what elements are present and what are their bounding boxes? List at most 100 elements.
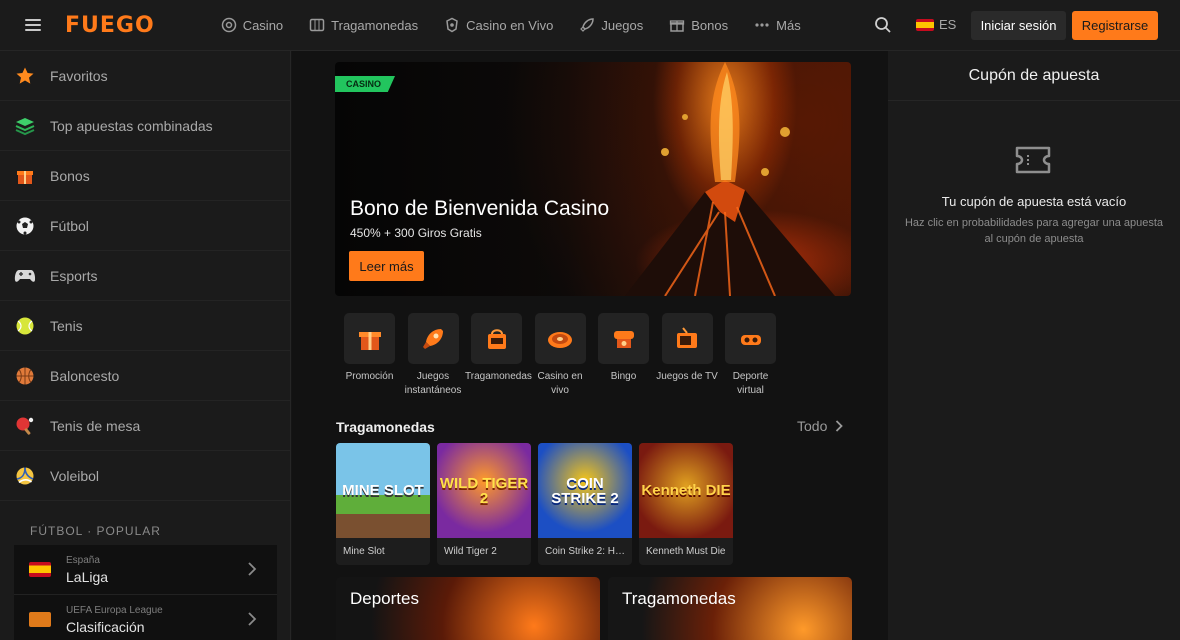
league-name: Clasificación: [66, 618, 145, 635]
category-label: Juegos de TV: [656, 371, 718, 382]
menu-icon[interactable]: [25, 19, 41, 31]
category-label: Casino en vivo: [537, 371, 583, 396]
promo-title: Tragamonedas: [622, 589, 736, 608]
category-bingo[interactable]: Bingo: [592, 313, 655, 398]
category-row: Promoción Juegos instantáneos Tragamoned…: [338, 313, 783, 398]
category-label: Tragamonedas: [465, 371, 532, 382]
volcano-illustration: [625, 62, 835, 296]
game-thumbnail-title: WILD TIGER 2: [439, 474, 529, 507]
sidebar-item-baloncesto[interactable]: Baloncesto: [0, 351, 290, 401]
sidebar-item-voleibol[interactable]: Voleibol: [0, 451, 290, 501]
promo-card-tragamonedas[interactable]: Tragamonedas: [608, 577, 852, 640]
league-europa-league[interactable]: UEFA Europa League Clasificación: [14, 595, 277, 640]
sports-sidebar: Favoritos Top apuestas combinadas Bonos …: [0, 51, 291, 640]
vr-headset-icon: [740, 334, 761, 345]
sidebar-item-favoritos[interactable]: Favoritos: [0, 51, 290, 101]
bonus-gift-icon: [14, 165, 36, 187]
league-laliga[interactable]: España LaLiga: [14, 545, 277, 595]
league-name: LaLiga: [66, 568, 109, 585]
sidebar-item-label: Top apuestas combinadas: [50, 117, 213, 134]
welcome-banner[interactable]: CASINO Bono de Bienvenida Casino 450% + …: [335, 62, 851, 296]
see-all-link[interactable]: Todo: [797, 418, 844, 434]
game-thumbnail-title: COIN STRIKE 2: [551, 474, 619, 507]
search-button[interactable]: [874, 16, 892, 39]
spain-flag-icon: [916, 18, 934, 31]
instant-rocket-icon: [423, 328, 443, 349]
game-name: Mine Slot: [343, 546, 385, 557]
category-label: Juegos instantáneos: [404, 371, 462, 396]
sidebar-item-label: Bonos: [50, 167, 90, 184]
game-card[interactable]: COIN STRIKE 2 Coin Strike 2: Ho...: [538, 443, 632, 565]
tv-icon: [677, 326, 697, 348]
main-nav: Casino Tragamonedas Casino en Vivo Juego…: [221, 17, 827, 33]
roulette-icon: [548, 331, 572, 348]
betslip-empty-hint: Haz clic en probabilidades para agregar …: [904, 217, 1164, 245]
category-label: Promoción: [345, 371, 394, 382]
chip-icon: [221, 17, 236, 33]
league-country: España: [66, 554, 100, 566]
category-label: Bingo: [610, 371, 637, 382]
nav-bonos[interactable]: Bonos: [669, 17, 728, 33]
chevron-right-icon: [836, 420, 844, 432]
sidebar-item-label: Tenis: [50, 317, 83, 334]
category-label: Deporte virtual: [732, 371, 769, 396]
soccer-ball-icon: [14, 215, 36, 237]
nav-games[interactable]: Juegos: [579, 17, 643, 33]
promo-card-deportes[interactable]: Deportes: [336, 577, 600, 640]
category-deporte-virtual[interactable]: Deporte virtual: [719, 313, 782, 398]
game-name: Coin Strike 2: Ho...: [545, 546, 628, 557]
ticket-icon: [1015, 146, 1051, 174]
nav-label: Tragamonedas: [331, 17, 419, 33]
game-thumbnail-title: Kenneth DIE: [641, 482, 731, 499]
sidebar-item-label: Favoritos: [50, 67, 108, 84]
game-card[interactable]: MINE SLOT Mine Slot: [336, 443, 430, 565]
trophy-icon: [29, 612, 51, 627]
sidebar-item-esports[interactable]: Esports: [0, 251, 290, 301]
main-content: CASINO Bono de Bienvenida Casino 450% + …: [292, 51, 888, 640]
category-casino-en-vivo[interactable]: Casino en vivo: [529, 313, 592, 398]
read-more-button[interactable]: Leer más: [349, 251, 424, 281]
nav-live-casino[interactable]: Casino en Vivo: [444, 17, 553, 33]
sidebar-item-label: Baloncesto: [50, 367, 120, 384]
slot-icon: [309, 18, 325, 32]
nav-casino[interactable]: Casino: [221, 17, 283, 33]
sidebar-section-title: FÚTBOL · POPULAR: [30, 524, 161, 538]
sidebar-item-top-combos[interactable]: Top apuestas combinadas: [0, 101, 290, 151]
sidebar-item-tenis[interactable]: Tenis: [0, 301, 290, 351]
category-juegos-de-tv[interactable]: Juegos de TV: [656, 313, 719, 398]
category-juegos-instantaneos[interactable]: Juegos instantáneos: [402, 313, 465, 398]
search-icon: [875, 17, 891, 33]
game-card[interactable]: Kenneth DIE Kenneth Must Die: [639, 443, 733, 565]
category-promocion[interactable]: Promoción: [338, 313, 401, 398]
nav-label: Juegos: [601, 17, 644, 33]
game-thumbnail: WILD TIGER 2: [437, 443, 531, 538]
sidebar-item-tenis-de-mesa[interactable]: Tenis de mesa: [0, 401, 290, 451]
slots-section-title: Tragamonedas: [336, 419, 435, 435]
ping-pong-icon: [14, 415, 36, 437]
game-card[interactable]: WILD TIGER 2 Wild Tiger 2: [437, 443, 531, 565]
sidebar-item-bonos[interactable]: Bonos: [0, 151, 290, 201]
star-icon: [14, 65, 36, 87]
banner-subtitle: 450% + 300 Giros Gratis: [350, 226, 482, 240]
basketball-icon: [14, 365, 36, 387]
register-button[interactable]: Registrarse: [1072, 11, 1158, 40]
gift-icon: [670, 20, 685, 32]
gamepad-icon: [14, 265, 36, 287]
logo[interactable]: FUEGO: [65, 13, 155, 38]
category-tragamonedas[interactable]: Tragamonedas: [465, 313, 532, 398]
nav-label: Bonos: [691, 17, 729, 33]
nav-more[interactable]: Más: [754, 17, 801, 33]
sidebar-item-label: Esports: [50, 267, 98, 284]
live-casino-icon: [446, 17, 458, 33]
chevron-right-icon: [248, 562, 257, 576]
login-button[interactable]: Iniciar sesión: [971, 11, 1066, 40]
nav-slots[interactable]: Tragamonedas: [309, 17, 418, 33]
nav-label: Casino en Vivo: [466, 17, 554, 33]
league-country: UEFA Europa League: [66, 604, 163, 616]
chevron-right-icon: [248, 612, 257, 626]
betslip-title: Cupón de apuesta: [888, 51, 1180, 101]
sidebar-item-futbol[interactable]: Fútbol: [0, 201, 290, 251]
top-header: FUEGO Casino Tragamonedas Casino en Vivo…: [0, 0, 1180, 51]
betslip-panel: Cupón de apuesta Tu cupón de apuesta est…: [888, 51, 1180, 640]
language-selector[interactable]: ES: [916, 17, 956, 32]
